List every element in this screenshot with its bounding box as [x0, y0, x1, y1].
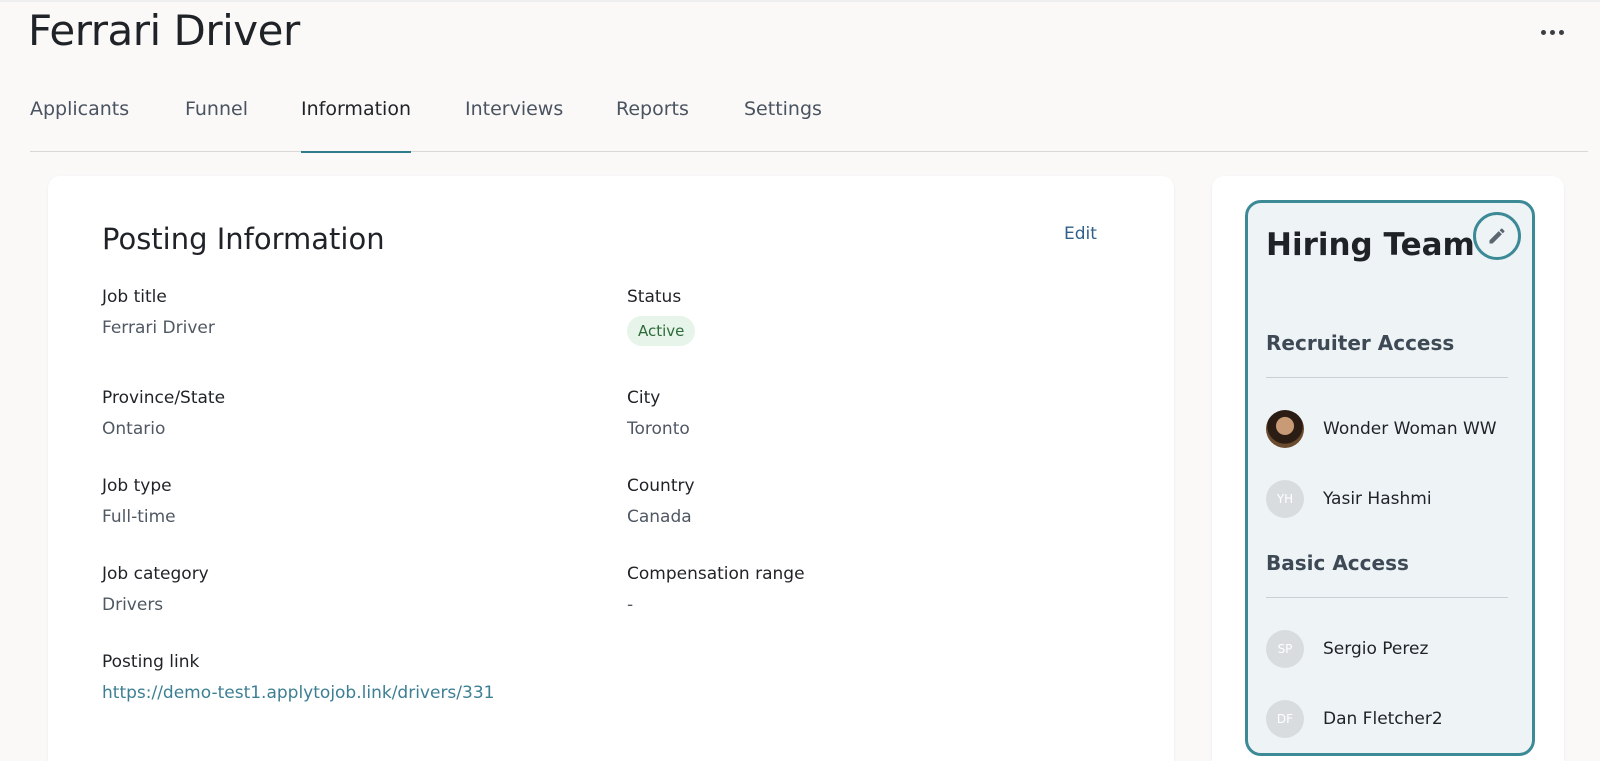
- edit-posting-button[interactable]: Edit: [1064, 224, 1097, 244]
- more-dot: [1549, 29, 1555, 35]
- more-horizontal-icon: [1540, 29, 1546, 35]
- field-value: Ontario: [102, 419, 166, 439]
- field-job-title: Job title Ferrari Driver: [102, 286, 215, 339]
- field-label: City: [627, 388, 661, 408]
- member-name: Dan Fletcher2: [1323, 709, 1443, 729]
- tab-reports[interactable]: Reports: [616, 98, 689, 152]
- field-province: Province/State Ontario: [102, 387, 225, 440]
- hiring-team-panel: Hiring Team Recruiter Access Wonder Woma…: [1245, 200, 1535, 756]
- field-compensation-range: Compensation range -: [627, 563, 805, 616]
- field-country: Country Canada: [627, 475, 695, 528]
- field-label: Job category: [102, 564, 209, 584]
- field-label: Compensation range: [627, 564, 805, 584]
- page-title: Ferrari Driver: [28, 6, 300, 55]
- posting-link[interactable]: https://demo-test1.applytojob.link/drive…: [102, 682, 494, 704]
- team-member[interactable]: YH Yasir Hashmi: [1266, 480, 1432, 518]
- more-dot: [1558, 29, 1564, 35]
- tab-information[interactable]: Information: [301, 98, 411, 153]
- team-member[interactable]: DF Dan Fletcher2: [1266, 700, 1443, 738]
- field-status: Status Active: [627, 286, 696, 346]
- hiring-team-title: Hiring Team: [1266, 227, 1475, 263]
- field-label: Status: [627, 287, 682, 307]
- team-member[interactable]: Wonder Woman WW: [1266, 410, 1497, 448]
- field-job-type: Job type Full-time: [102, 475, 176, 528]
- recruiter-access-title: Recruiter Access: [1266, 331, 1455, 355]
- avatar: SP: [1266, 630, 1304, 668]
- top-border: [0, 0, 1600, 2]
- field-label: Job type: [102, 476, 172, 496]
- field-label: Job title: [102, 287, 167, 307]
- status-badge: Active: [627, 316, 696, 346]
- member-name: Sergio Perez: [1323, 639, 1429, 659]
- basic-access-title: Basic Access: [1266, 551, 1409, 575]
- field-city: City Toronto: [627, 387, 690, 440]
- avatar: YH: [1266, 480, 1304, 518]
- member-name: Yasir Hashmi: [1323, 489, 1432, 509]
- tab-bar: Applicants Funnel Information Interviews…: [30, 98, 1588, 153]
- team-member[interactable]: SP Sergio Perez: [1266, 630, 1428, 668]
- field-label: Country: [627, 476, 695, 496]
- member-name: Wonder Woman WW: [1323, 419, 1497, 439]
- field-value: -: [627, 595, 634, 615]
- field-value: Ferrari Driver: [102, 318, 215, 338]
- divider: [1266, 597, 1508, 598]
- tab-settings[interactable]: Settings: [744, 98, 822, 152]
- tab-funnel[interactable]: Funnel: [185, 98, 248, 152]
- field-posting-link: Posting link https://demo-test1.applytoj…: [102, 651, 494, 704]
- field-job-category: Job category Drivers: [102, 563, 209, 616]
- avatar: DF: [1266, 700, 1304, 738]
- tab-applicants[interactable]: Applicants: [30, 98, 129, 152]
- hiring-team-card: Hiring Team Recruiter Access Wonder Woma…: [1212, 176, 1564, 761]
- field-value: Drivers: [102, 595, 164, 615]
- field-value: Toronto: [627, 419, 690, 439]
- more-options-button[interactable]: [1534, 18, 1570, 46]
- field-value: Canada: [627, 507, 692, 527]
- field-label: Posting link: [102, 652, 200, 672]
- section-title: Posting Information: [102, 222, 385, 256]
- divider: [1266, 377, 1508, 378]
- tab-interviews[interactable]: Interviews: [465, 98, 563, 152]
- avatar: [1266, 410, 1304, 448]
- posting-information-card: Posting Information Edit Job title Ferra…: [48, 176, 1174, 761]
- field-value: Full-time: [102, 507, 176, 527]
- field-label: Province/State: [102, 388, 226, 408]
- pencil-icon: [1489, 228, 1505, 244]
- edit-hiring-team-button[interactable]: [1473, 212, 1521, 260]
